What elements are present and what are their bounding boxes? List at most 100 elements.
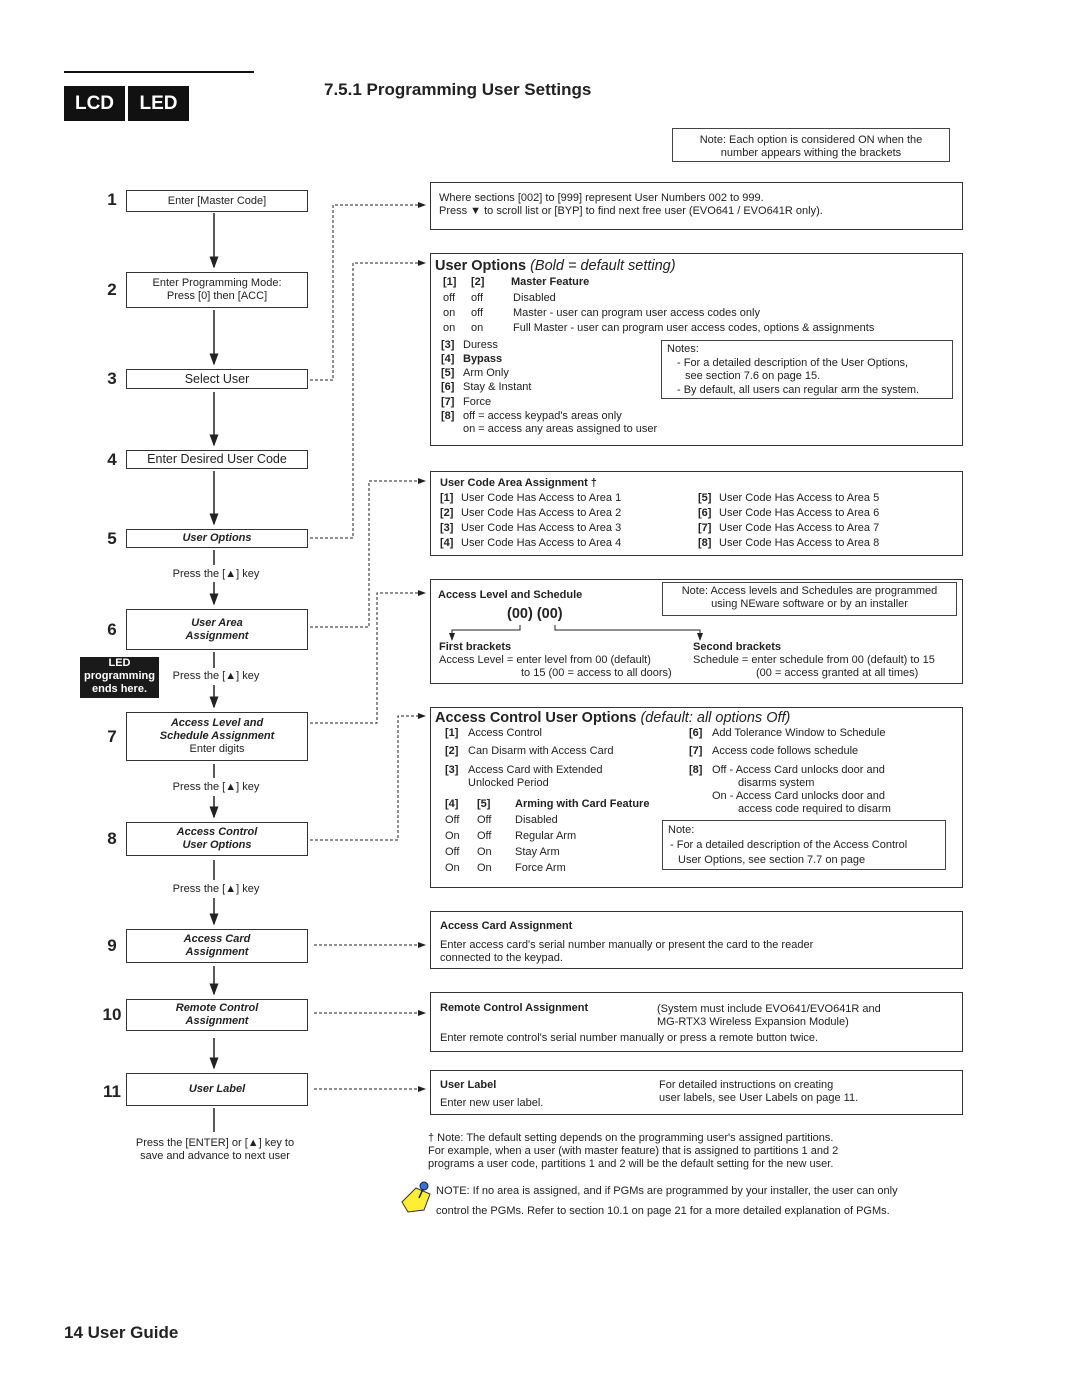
opt-num: [3] bbox=[445, 764, 459, 776]
cell: Stay Arm bbox=[515, 846, 560, 858]
step-access-control-options: Access Control User Options bbox=[126, 822, 308, 856]
text-line: NOTE: If no area is assigned, and if PGM… bbox=[436, 1185, 898, 1197]
text-line: to 15 (00 = access to all doors) bbox=[521, 667, 672, 679]
step-text: User Options bbox=[182, 532, 252, 544]
text-line: (System must include EVO641/EVO641R and bbox=[657, 1003, 881, 1015]
step-number: 10 bbox=[102, 1005, 122, 1024]
opt-num: [2] bbox=[445, 745, 459, 757]
step-number: 1 bbox=[107, 190, 117, 209]
text-line: Enter remote control's serial number man… bbox=[440, 1032, 819, 1044]
opt-num: [7] bbox=[441, 396, 455, 408]
cell: off bbox=[443, 292, 456, 304]
cell: off bbox=[471, 292, 484, 304]
step-text: Enter Programming Mode: bbox=[152, 277, 282, 289]
remote-control-box: Remote Control Assignment (System must i… bbox=[430, 992, 963, 1052]
note-line: - For a detailed description of the Acce… bbox=[670, 839, 908, 851]
opt-num: [7] bbox=[698, 522, 712, 534]
user-label-box: User Label Enter new user label. For det… bbox=[430, 1070, 963, 1115]
step-text: Schedule Assignment bbox=[159, 730, 275, 742]
note-line: Note: bbox=[668, 824, 695, 836]
cell: Off bbox=[477, 830, 492, 842]
cell: Master - user can program user access co… bbox=[513, 307, 760, 319]
opt-num: [6] bbox=[698, 507, 712, 519]
opt-label: Access code follows schedule bbox=[712, 745, 859, 757]
box-title: Remote Control Assignment bbox=[440, 1002, 589, 1014]
col-head: [2] bbox=[471, 276, 485, 288]
opt-label: On - Access Card unlocks door and bbox=[712, 790, 886, 802]
opt-num: [5] bbox=[698, 492, 712, 504]
step-number: 6 bbox=[107, 620, 117, 639]
step-text: User Area bbox=[191, 616, 243, 629]
opt-label: User Code Has Access to Area 2 bbox=[461, 507, 622, 519]
step-number: 8 bbox=[107, 829, 117, 848]
cell: Off bbox=[477, 814, 492, 826]
opt-label: User Code Has Access to Area 6 bbox=[719, 507, 880, 519]
step-number: 4 bbox=[107, 450, 117, 469]
cell: On bbox=[445, 830, 460, 842]
pgm-note: NOTE: If no area is assigned, and if PGM… bbox=[436, 1181, 898, 1221]
col-head: [4] bbox=[445, 798, 459, 810]
step-user-area-assignment: User Area Assignment bbox=[126, 609, 308, 650]
opt-num: [7] bbox=[689, 745, 703, 757]
press-key-text: Press the [▲] key bbox=[172, 883, 260, 895]
cell: on bbox=[443, 307, 456, 319]
access-level-note: Note: Access levels and Schedules are pr… bbox=[662, 582, 957, 616]
step-access-card: Access Card Assignment bbox=[126, 929, 308, 963]
badge-line: ends here. bbox=[91, 683, 148, 695]
opt-label: Access Control bbox=[468, 727, 542, 739]
box-title: User Label bbox=[440, 1079, 497, 1091]
first-brackets-head: First brackets bbox=[439, 641, 512, 653]
opt-num: [6] bbox=[689, 727, 703, 739]
box-subtitle: (default: all options Off) bbox=[640, 710, 791, 726]
cell: on bbox=[443, 322, 456, 334]
badge-line: LED bbox=[108, 657, 131, 669]
step-text: Enter [Master Code] bbox=[167, 194, 267, 207]
text-line: save and advance to next user bbox=[140, 1150, 290, 1162]
note-line: using NEware software or by an installer bbox=[711, 598, 908, 610]
box-title: Access Card Assignment bbox=[440, 920, 573, 932]
opt-num: [1] bbox=[445, 727, 459, 739]
step-text: Select User bbox=[184, 371, 250, 386]
user-options-notes: Notes: - For a detailed description of t… bbox=[661, 340, 953, 399]
opt-label: Off - Access Card unlocks door and bbox=[712, 764, 885, 776]
opt-num: [4] bbox=[441, 353, 455, 365]
access-card-box: Access Card Assignment Enter access card… bbox=[430, 911, 963, 969]
cell: Full Master - user can program user acce… bbox=[513, 322, 875, 334]
footnote: † Note: The default setting depends on t… bbox=[428, 1132, 838, 1171]
opt-label: Can Disarm with Access Card bbox=[468, 745, 614, 757]
opt-label: Arm Only bbox=[463, 367, 509, 379]
opt-label: Add Tolerance Window to Schedule bbox=[712, 727, 886, 739]
step-text: Access Level and bbox=[170, 717, 264, 729]
text-line: user labels, see User Labels on page 11. bbox=[659, 1092, 859, 1104]
note-line: - For a detailed description of the User… bbox=[677, 356, 909, 369]
text-line: Press ▼ to scroll list or [BYP] to find … bbox=[439, 205, 823, 217]
opt-num: [5] bbox=[441, 367, 455, 379]
text-line: Schedule = enter schedule from 00 (defau… bbox=[693, 654, 935, 666]
step-text: Access Card bbox=[183, 933, 251, 945]
opt-label: User Code Has Access to Area 7 bbox=[719, 522, 880, 534]
col-head: [5] bbox=[477, 798, 491, 810]
step-number: 9 bbox=[107, 936, 117, 955]
opt-num: [2] bbox=[440, 507, 454, 519]
step-text: Access Control bbox=[176, 826, 258, 838]
note-line: Notes: bbox=[667, 343, 699, 355]
text-line: MG-RTX3 Wireless Expansion Module) bbox=[657, 1016, 849, 1028]
step-number: 5 bbox=[107, 529, 117, 548]
opt-label: Force bbox=[463, 396, 492, 408]
step-enter-programming-mode: Enter Programming Mode: Press [0] then [A… bbox=[126, 272, 308, 308]
access-control-box: Access Control User Options (default: al… bbox=[430, 707, 963, 888]
step-text: User Label bbox=[188, 1083, 246, 1095]
text-line: (00 = access granted at all times) bbox=[756, 667, 919, 679]
box-title: User Code Area Assignment † bbox=[440, 477, 597, 489]
page: LCD LED 7.5.1 Programming User Settings … bbox=[0, 0, 1080, 1397]
opt-label: access code required to disarm bbox=[738, 803, 891, 815]
opt-num: [8] bbox=[698, 537, 712, 549]
col-head: Arming with Card Feature bbox=[515, 798, 650, 810]
text-line: † Note: The default setting depends on t… bbox=[428, 1132, 834, 1144]
opt-num: [4] bbox=[440, 537, 454, 549]
opt-label: Access Card with Extended bbox=[468, 764, 603, 776]
page-footer: 14 User Guide bbox=[64, 1323, 179, 1342]
step-text: Assignment bbox=[185, 1015, 249, 1027]
area-assignment-box: User Code Area Assignment † [1] User Code… bbox=[430, 471, 963, 556]
cell: on bbox=[471, 322, 484, 334]
